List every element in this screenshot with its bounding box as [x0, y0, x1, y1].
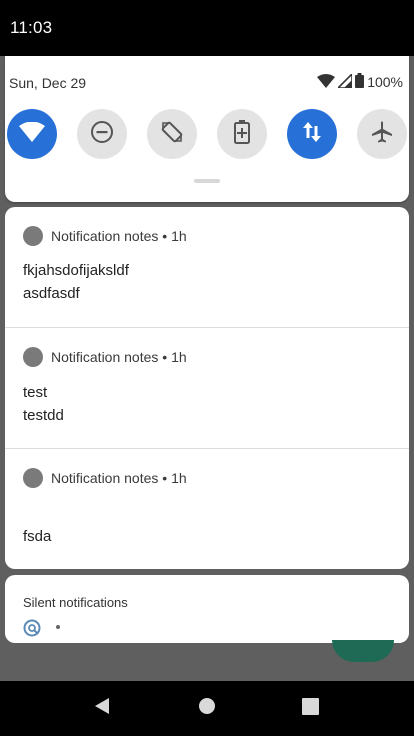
- app-icon: [23, 347, 43, 367]
- notification-title: test: [23, 384, 48, 401]
- separator: •: [162, 228, 168, 244]
- expand-handle[interactable]: [194, 179, 220, 183]
- notification-body: asdfasdf: [23, 285, 80, 302]
- notification-title: fkjahsdofijaksldf: [23, 262, 129, 279]
- notification-time: 1h: [171, 349, 187, 365]
- qs-status-icons: 100%: [317, 71, 403, 91]
- notification-header: Notification notes • 1h: [51, 228, 187, 244]
- airplane-icon: [370, 120, 394, 149]
- status-time: 11:03: [10, 18, 53, 37]
- separator: •: [162, 349, 168, 365]
- home-button[interactable]: [177, 681, 237, 736]
- notification-item[interactable]: Notification notes • 1h fsda: [5, 448, 409, 569]
- tile-airplane-mode[interactable]: [357, 109, 407, 159]
- battery-saver-icon: [234, 119, 250, 149]
- silent-title: Silent notifications: [23, 595, 128, 610]
- home-icon: [198, 697, 216, 720]
- notification-header: Notification notes • 1h: [51, 470, 187, 486]
- tile-wifi[interactable]: [7, 109, 57, 159]
- app-name: Notification notes: [51, 228, 159, 244]
- fab-button[interactable]: [332, 640, 394, 662]
- back-icon: [93, 697, 111, 720]
- app-badge-icon: [23, 619, 41, 642]
- battery-icon: [355, 73, 365, 91]
- tile-mobile-data[interactable]: [287, 109, 337, 159]
- notification-item[interactable]: Notification notes • 1h test testdd: [5, 327, 409, 448]
- wifi-icon: [19, 121, 45, 147]
- navigation-bar: [0, 681, 414, 736]
- qs-date[interactable]: Sun, Dec 29: [9, 75, 86, 91]
- more-dot-icon: [56, 625, 60, 629]
- quick-settings-tiles: [7, 109, 407, 161]
- notification-body: fsda: [23, 528, 52, 545]
- notification-body: testdd: [23, 407, 64, 424]
- app-icon: [23, 226, 43, 246]
- notification-item[interactable]: Notification notes • 1h fkjahsdofijaksld…: [5, 207, 409, 327]
- tile-auto-rotate[interactable]: [147, 109, 197, 159]
- separator: •: [162, 470, 168, 486]
- silent-notifications[interactable]: Silent notifications: [5, 575, 409, 643]
- app-icon: [23, 468, 43, 488]
- recents-button[interactable]: [280, 681, 340, 736]
- cell-signal-icon: [336, 71, 353, 91]
- quick-settings-panel: Sun, Dec 29 100%: [5, 56, 409, 202]
- auto-rotate-icon: [160, 120, 184, 149]
- app-name: Notification notes: [51, 349, 159, 365]
- battery-percent: 100%: [367, 74, 403, 90]
- notification-time: 1h: [171, 470, 187, 486]
- notification-header: Notification notes • 1h: [51, 349, 187, 365]
- do-not-disturb-icon: [90, 120, 114, 149]
- tile-do-not-disturb[interactable]: [77, 109, 127, 159]
- notification-time: 1h: [171, 228, 187, 244]
- back-button[interactable]: [72, 681, 132, 736]
- app-name: Notification notes: [51, 470, 159, 486]
- recents-icon: [301, 697, 319, 720]
- notification-group: Notification notes • 1h fkjahsdofijaksld…: [5, 207, 409, 569]
- tile-battery-saver[interactable]: [217, 109, 267, 159]
- wifi-signal-icon: [317, 73, 336, 91]
- status-bar: 11:03: [0, 0, 414, 56]
- mobile-data-icon: [302, 120, 322, 149]
